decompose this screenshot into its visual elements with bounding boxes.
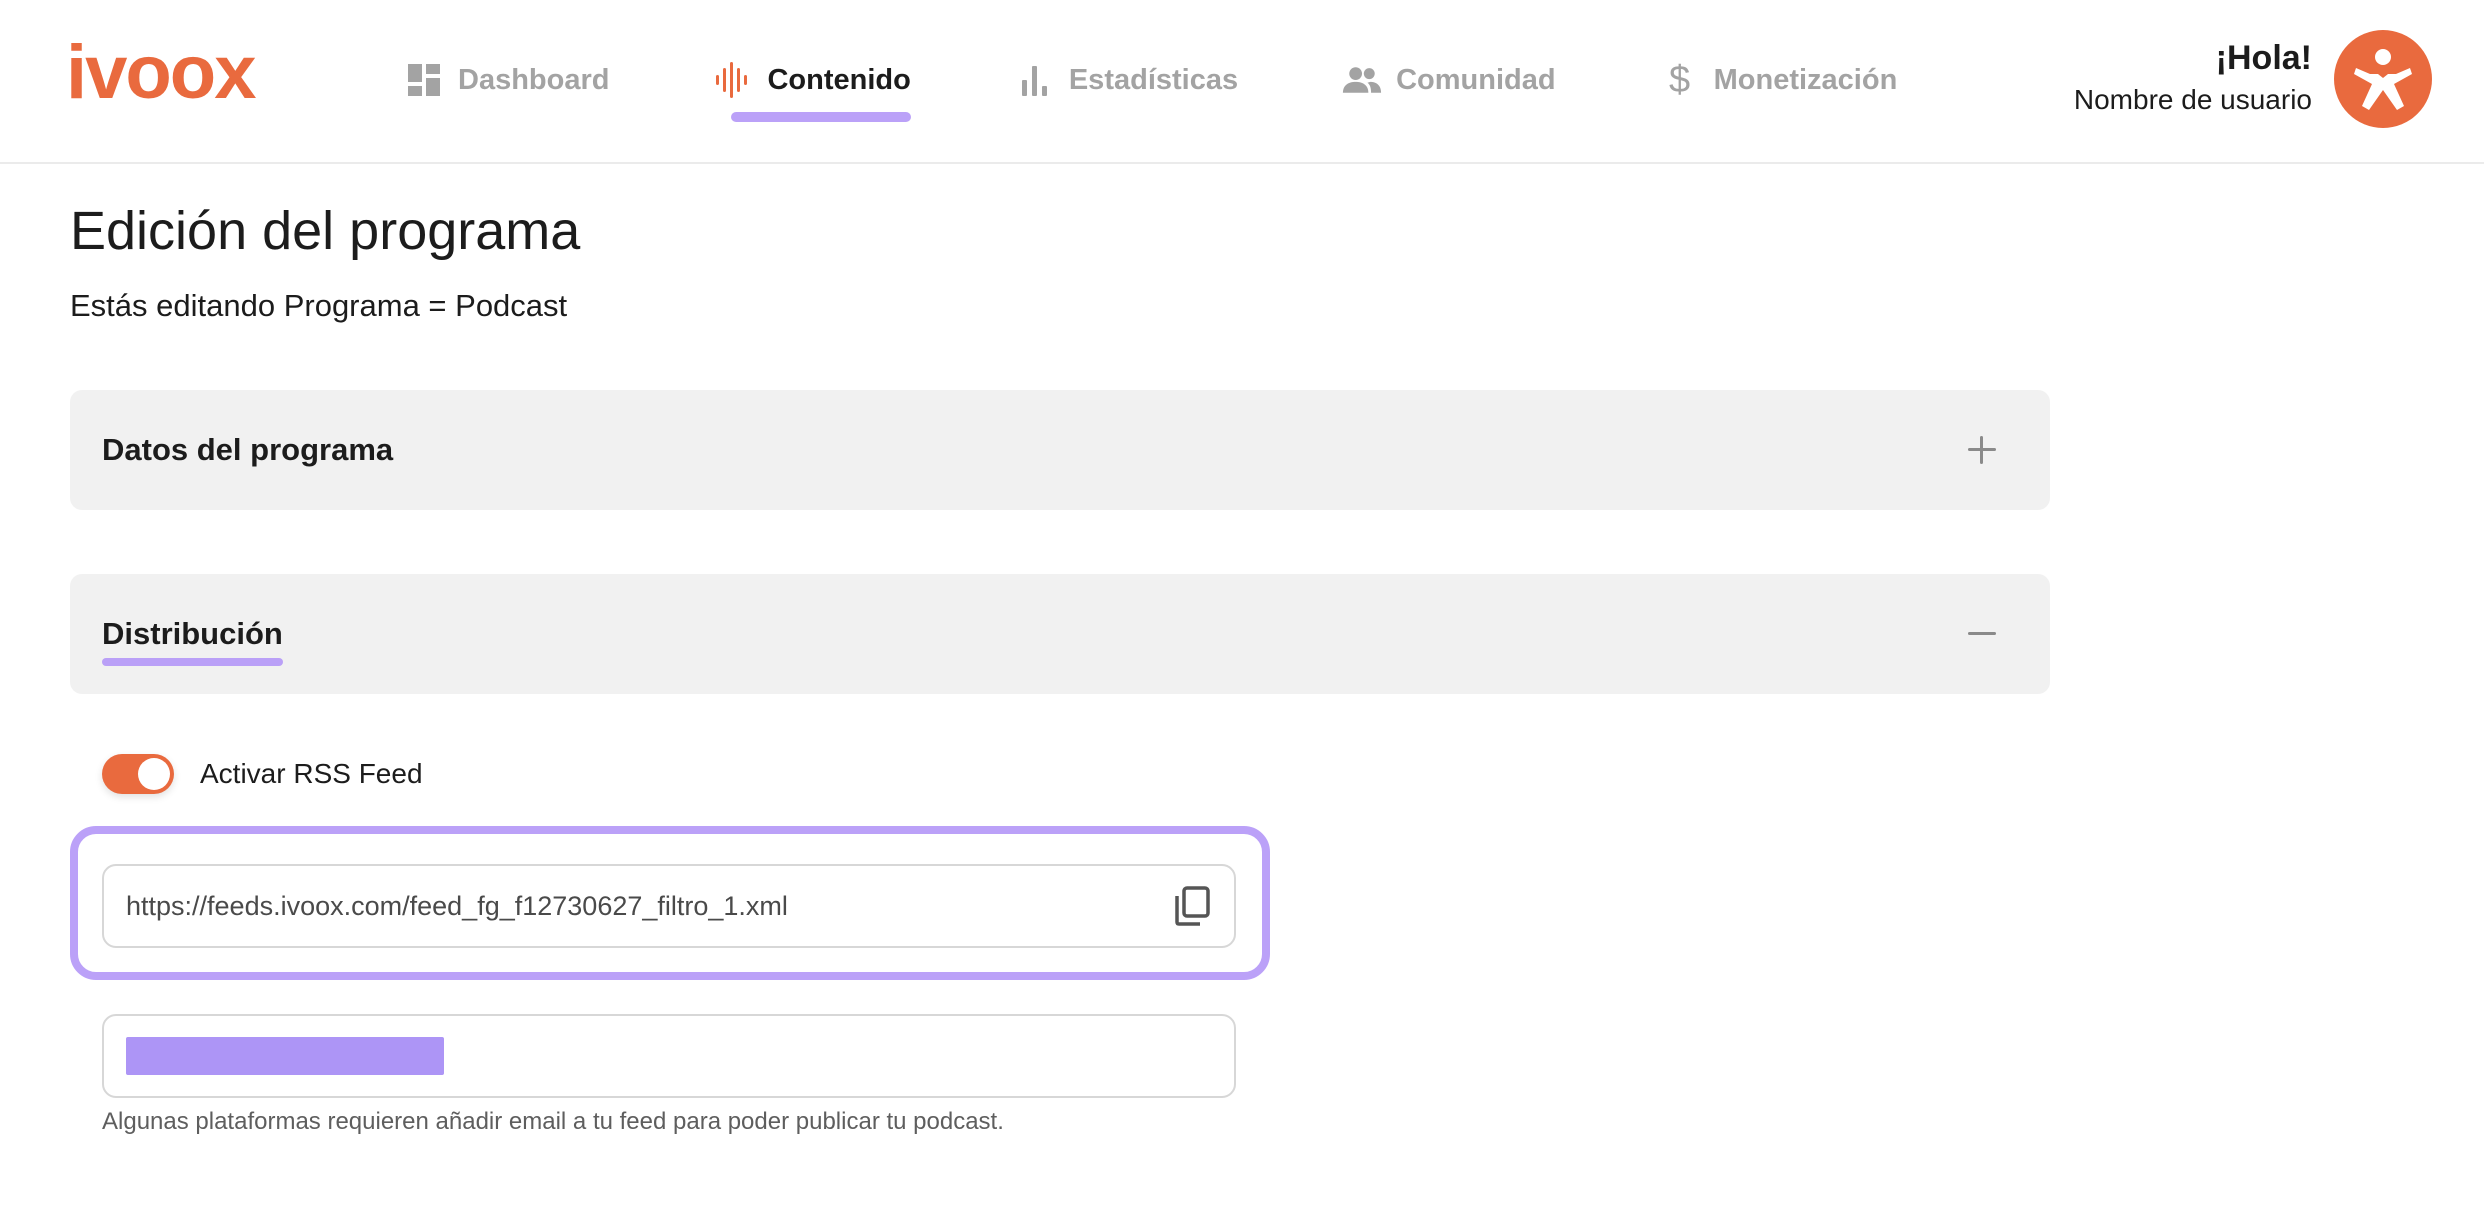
plus-icon[interactable] <box>1964 432 2000 468</box>
nav-item-dashboard[interactable]: Dashboard <box>404 50 609 110</box>
section-title: Distribución <box>102 616 283 666</box>
rss-toggle-row: Activar RSS Feed <box>102 754 423 794</box>
username: Nombre de usuario <box>2073 84 2312 115</box>
nav-label: Monetización <box>1713 63 1898 96</box>
dollar-icon: $ <box>1669 58 1691 101</box>
people-icon <box>1342 60 1382 100</box>
section-title: Datos del programa <box>102 432 394 467</box>
nav-label: Dashboard <box>458 63 610 96</box>
bar-chart-icon <box>1015 60 1055 100</box>
nav-item-estadisticas[interactable]: Estadísticas <box>1015 50 1238 110</box>
page-title: Edición del programa <box>70 201 581 261</box>
page-subtitle: Estás editando Programa = Podcast <box>70 288 568 323</box>
user-greeting: ¡Hola! Nombre de usuario <box>2074 36 2312 120</box>
audio-wave-icon <box>713 60 753 100</box>
nav-item-contenido[interactable]: Contenido <box>713 50 911 122</box>
section-datos-del-programa[interactable]: Datos del programa <box>70 390 2050 510</box>
nav-item-comunidad[interactable]: Comunidad <box>1342 50 1556 110</box>
dashboard-icon <box>404 60 444 100</box>
section-distribucion[interactable]: Distribución <box>70 574 2050 694</box>
minus-icon[interactable] <box>1964 616 2000 652</box>
feed-url-field[interactable]: https://feeds.ivoox.com/feed_fg_f1273062… <box>102 864 1236 948</box>
greeting-text: ¡Hola! <box>2215 39 2312 77</box>
nav-label: Comunidad <box>1396 63 1556 96</box>
main-nav: Dashboard Contenido Estadísticas Comunid… <box>404 50 1898 122</box>
nav-item-monetizacion[interactable]: $ Monetización <box>1660 50 1898 110</box>
top-header: ivoox Dashboard Contenido Estadísticas C… <box>0 0 2484 164</box>
nav-label: Estadísticas <box>1068 63 1239 96</box>
feed-url-text[interactable]: https://feeds.ivoox.com/feed_fg_f1273062… <box>126 891 1170 922</box>
redacted-email-value <box>126 1037 444 1075</box>
rss-toggle-switch[interactable] <box>102 754 174 794</box>
copy-icon[interactable] <box>1170 884 1214 928</box>
avatar[interactable] <box>2334 30 2432 128</box>
email-hint: Algunas plataformas requieren añadir ema… <box>102 1108 1004 1135</box>
email-field[interactable] <box>102 1014 1236 1098</box>
rss-toggle-label: Activar RSS Feed <box>200 758 423 789</box>
section-title-text: Distribución <box>102 616 283 651</box>
active-nav-underline <box>731 112 911 122</box>
section-title-underline <box>102 658 283 666</box>
ivoox-avatar-icon <box>2354 49 2412 110</box>
nav-label: Contenido <box>767 63 911 96</box>
ivoox-logo[interactable]: ivoox <box>66 35 256 111</box>
switch-knob <box>138 758 170 790</box>
